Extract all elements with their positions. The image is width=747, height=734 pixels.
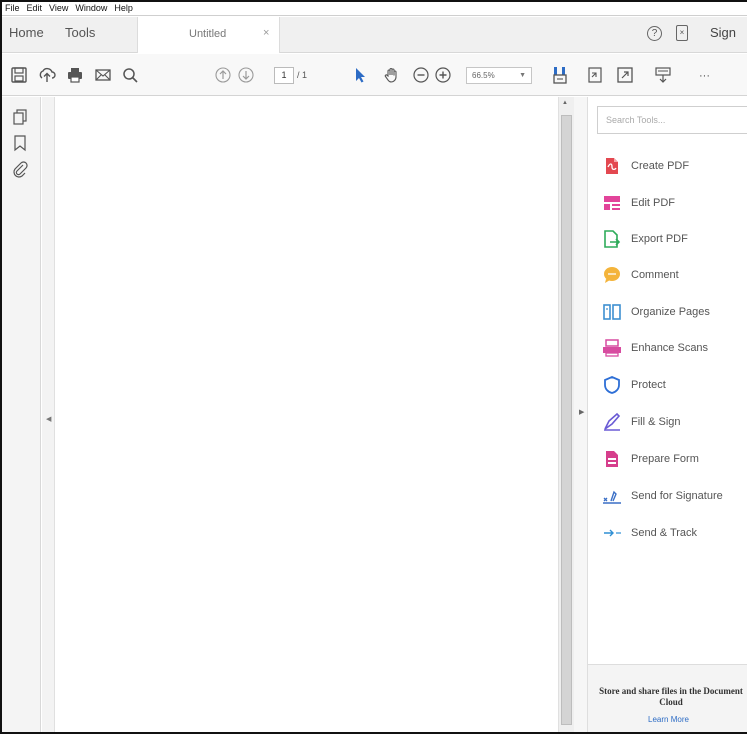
read-mode-icon[interactable] [654,66,672,84]
print-icon[interactable] [66,66,84,84]
rotate-view-icon[interactable] [586,66,604,84]
tool-comment[interactable]: Comment [602,265,747,285]
menu-window[interactable]: Window [72,2,111,15]
menu-help[interactable]: Help [111,2,137,15]
fit-page-icon[interactable] [551,66,569,84]
page-total-label: / 1 [297,70,308,80]
tab-tools[interactable]: Tools [65,25,95,40]
tool-prepare-form[interactable]: Prepare Form [602,449,747,469]
zoom-in-icon[interactable] [434,66,452,84]
send-signature-icon [602,486,622,506]
search-icon[interactable] [121,66,139,84]
mobile-link-icon[interactable]: × [676,25,688,41]
attachments-icon[interactable] [11,160,29,178]
more-tools-icon[interactable]: ··· [699,70,710,82]
enhance-scans-icon [602,338,622,358]
acrobat-window: File Edit View Window Help Home Tools Untitl… [0,0,747,734]
send-track-icon [602,523,622,543]
menu-edit[interactable]: Edit [24,2,47,15]
protect-icon [602,375,622,395]
zoom-out-icon[interactable] [412,66,430,84]
close-tab-icon[interactable]: × [263,27,269,39]
tool-send-track[interactable]: Send & Track [602,523,747,543]
tool-fill-sign[interactable]: Fill & Sign [602,412,747,432]
scroll-thumb[interactable] [561,115,572,725]
collapse-right-panel-icon[interactable]: ▶ [579,408,584,416]
chevron-down-icon: ▼ [519,72,526,79]
tab-document-label: Untitled [189,28,227,40]
tool-protect[interactable]: Protect [602,375,747,395]
prepare-form-icon [602,449,622,469]
navigation-rail [2,97,41,732]
menu-bar: File Edit View Window Help [2,2,747,16]
tool-enhance-scans[interactable]: Enhance Scans [602,338,747,358]
tab-home[interactable]: Home [9,25,44,40]
zoom-level-value: 66.5% [472,71,495,80]
cloud-upload-icon[interactable] [38,66,56,84]
help-icon[interactable]: ? [647,26,662,41]
left-panel-toggle-strip: ◀ [42,97,55,732]
export-pdf-icon [602,229,622,249]
fill-sign-icon [602,412,622,432]
tool-send-for-signature[interactable]: Send for Signature [602,486,747,506]
page-number-input[interactable]: 1 [274,67,294,84]
tools-pane: Search Tools... Create PDF Edit PDF Expo… [588,97,747,732]
organize-pages-icon [602,302,622,322]
document-cloud-text: Store and share files in the Document Cl… [599,686,743,707]
hand-tool-icon[interactable] [383,66,401,84]
right-panel-toggle-strip: ▶ [574,97,588,732]
menu-view[interactable]: View [46,2,72,15]
sign-in-button[interactable]: Sign [710,25,736,40]
learn-more-link[interactable]: Learn More [588,715,747,724]
tool-create-pdf[interactable]: Create PDF [602,156,747,176]
comment-icon [602,265,622,285]
search-tools-input[interactable]: Search Tools... [597,106,747,134]
email-icon[interactable] [94,66,112,84]
edit-pdf-icon [602,193,622,213]
document-view[interactable] [56,97,558,732]
full-screen-icon[interactable] [616,66,634,84]
toolbar: 1 / 1 66.5% ▼ ··· [2,54,747,96]
tool-export-pdf[interactable]: Export PDF [602,229,747,249]
select-arrow-icon[interactable] [351,66,369,84]
tool-edit-pdf[interactable]: Edit PDF [602,193,747,213]
save-icon[interactable] [10,66,28,84]
next-page-icon[interactable] [237,66,255,84]
vertical-scrollbar[interactable]: ▲ [558,97,574,732]
bookmarks-icon[interactable] [11,134,29,152]
document-cloud-promo: Store and share files in the Document Cl… [588,664,747,732]
page-thumbnails-icon[interactable] [11,108,29,126]
create-pdf-icon [602,156,622,176]
scroll-up-arrow-icon[interactable]: ▲ [562,100,568,106]
tab-bar: Home Tools Untitled × ? × Sign [2,17,747,53]
menu-file[interactable]: File [2,2,24,15]
expand-left-panel-icon[interactable]: ◀ [46,415,51,423]
zoom-level-dropdown[interactable]: 66.5% ▼ [466,67,532,84]
tool-organize-pages[interactable]: Organize Pages [602,302,747,322]
previous-page-icon[interactable] [214,66,232,84]
tab-document[interactable]: Untitled × [137,17,280,53]
